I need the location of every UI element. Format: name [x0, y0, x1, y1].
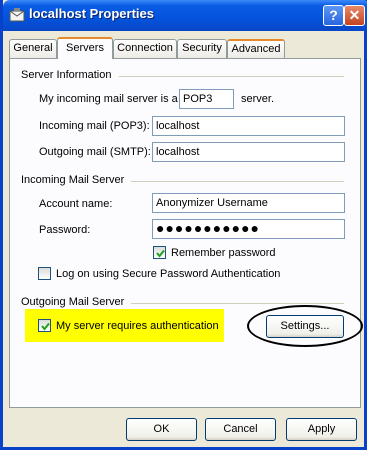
- close-button[interactable]: ✕: [344, 5, 365, 26]
- server-info-group-label: Server Information: [21, 69, 112, 81]
- cancel-button[interactable]: Cancel: [205, 418, 276, 441]
- incoming-mail-label: Incoming mail (POP3):: [39, 120, 150, 132]
- account-name-input[interactable]: Anonymizer Username: [152, 193, 345, 213]
- mail-account-icon: [9, 8, 25, 22]
- ok-button[interactable]: OK: [126, 418, 197, 441]
- tab-servers[interactable]: Servers: [57, 37, 113, 59]
- title-bar[interactable]: localhost Properties ? ✕: [3, 0, 367, 31]
- remember-password-label[interactable]: Remember password: [171, 247, 276, 259]
- help-button[interactable]: ?: [323, 5, 344, 26]
- secure-password-auth-label[interactable]: Log on using Secure Password Authenticat…: [56, 268, 280, 280]
- password-input[interactable]: ●●●●●●●●●●●: [152, 219, 345, 239]
- apply-button[interactable]: Apply: [286, 418, 357, 441]
- remember-password-checkbox[interactable]: [153, 246, 166, 259]
- server-type-prefix: My incoming mail server is a: [39, 93, 178, 105]
- requires-auth-label[interactable]: My server requires authentication: [56, 320, 219, 332]
- password-label: Password:: [39, 224, 91, 236]
- group-divider: [131, 181, 344, 182]
- checkmark-icon: [41, 322, 50, 331]
- tab-security[interactable]: Security: [177, 39, 227, 58]
- properties-dialog: localhost Properties ? ✕ General Servers…: [0, 0, 367, 450]
- incoming-server-group-label: Incoming Mail Server: [21, 174, 125, 186]
- incoming-mail-input[interactable]: localhost: [152, 116, 345, 136]
- checkmark-icon: [156, 249, 165, 258]
- tab-general[interactable]: General: [9, 39, 57, 58]
- outgoing-mail-label: Outgoing mail (SMTP):: [39, 146, 151, 158]
- server-type-suffix: server.: [241, 93, 275, 105]
- outgoing-server-group-label: Outgoing Mail Server: [21, 296, 125, 308]
- group-divider: [119, 76, 344, 77]
- outgoing-mail-input[interactable]: localhost: [152, 142, 345, 162]
- annotation-ellipse: [247, 305, 363, 347]
- server-type-field[interactable]: POP3: [179, 89, 234, 109]
- tab-advanced[interactable]: Advanced: [227, 39, 285, 58]
- group-divider: [131, 303, 344, 304]
- account-name-label: Account name:: [39, 198, 113, 210]
- tab-connection[interactable]: Connection: [113, 39, 177, 58]
- secure-password-auth-checkbox[interactable]: [38, 267, 51, 280]
- window-title: localhost Properties: [29, 6, 154, 21]
- requires-auth-checkbox[interactable]: [38, 319, 51, 332]
